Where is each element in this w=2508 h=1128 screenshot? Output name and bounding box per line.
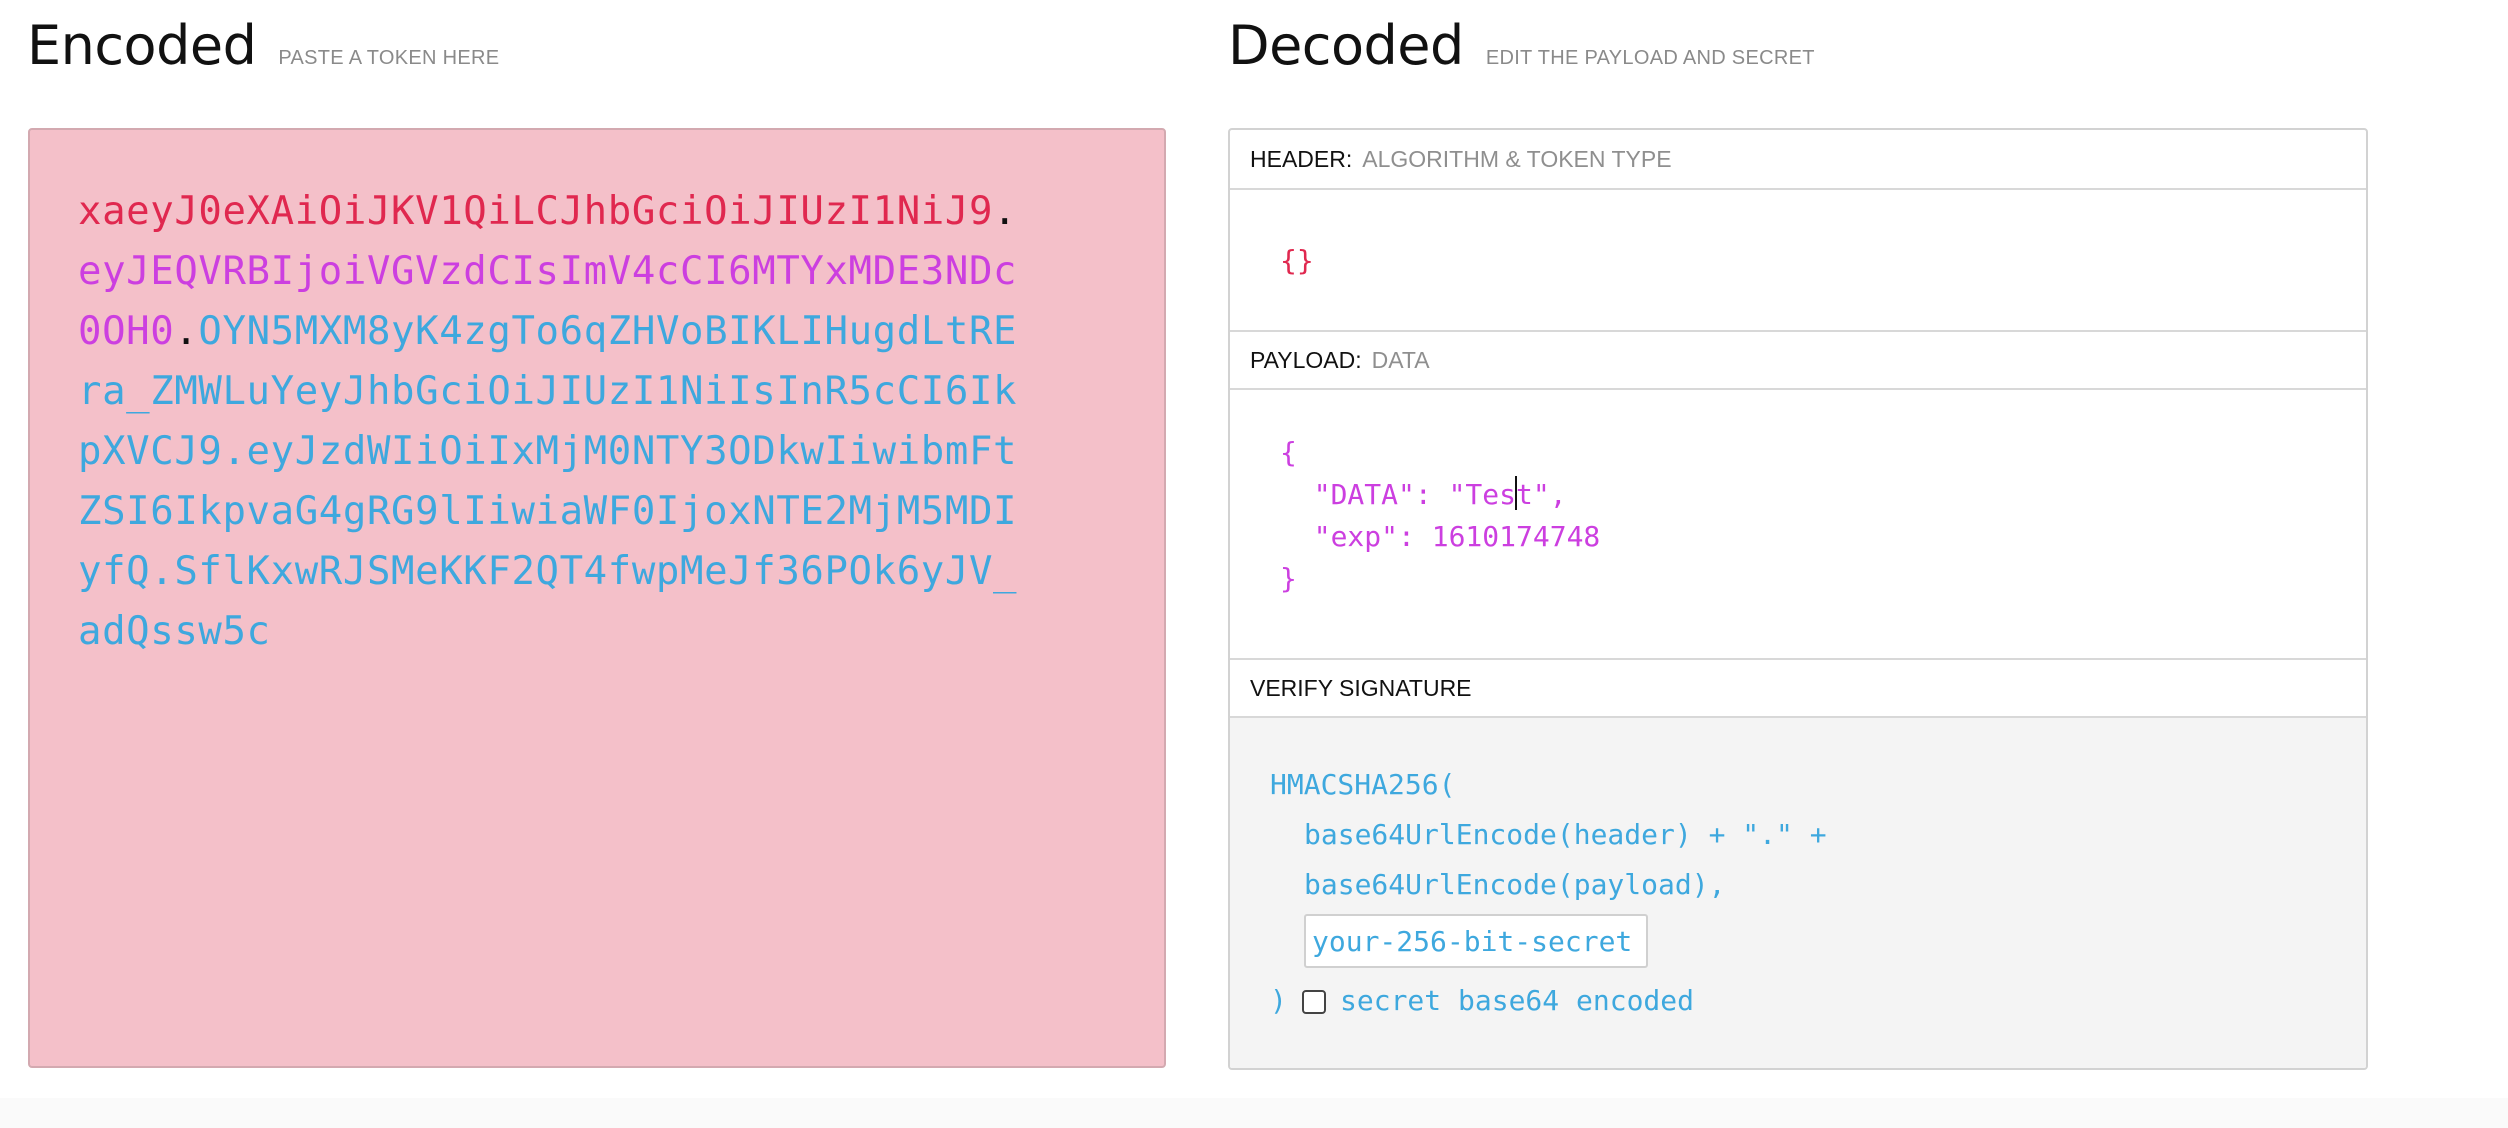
verify-section-heading: VERIFY SIGNATURE [1230, 658, 2366, 718]
payload-exp-line: "exp": 1610174748 [1280, 520, 1601, 553]
encoded-token-editor[interactable]: xaeyJ0eXAiOiJKV1QiLCJhbGciOiJIUzI1NiJ9.e… [28, 128, 1166, 1068]
payload-label: PAYLOAD: [1250, 346, 1362, 373]
secret-base64-label[interactable]: secret base64 encoded [1340, 984, 1694, 1017]
encoded-title: Encoded [27, 14, 257, 77]
payload-encode-line: base64UrlEncode(payload), [1304, 868, 1726, 901]
payload-sublabel: DATA [1371, 346, 1430, 373]
token-header-part: xaeyJ0eXAiOiJKV1QiLCJhbGciOiJIUzI1NiJ9 [78, 189, 994, 234]
encoded-token-text[interactable]: xaeyJ0eXAiOiJKV1QiLCJhbGciOiJIUzI1NiJ9.e… [78, 182, 1018, 662]
token-signature-part: OYN5MXM8yK4zgTo6qZHVoBIKLIHugdLtREra_ZMW… [78, 309, 1018, 654]
token-separator-dot: . [174, 309, 199, 354]
decoded-heading: Decoded EDIT THE PAYLOAD AND SECRET [1228, 14, 1815, 77]
encoded-heading: Encoded PASTE A TOKEN HERE [27, 14, 499, 77]
verify-label: VERIFY SIGNATURE [1250, 674, 1472, 701]
page-bottom-strip [0, 1098, 2508, 1128]
token-separator-dot: . [993, 189, 1018, 234]
payload-json-editor[interactable]: { "DATA": "Test", "exp": 1610174748 } [1280, 432, 1600, 600]
hmac-function-line: HMACSHA256( [1270, 768, 1456, 801]
decoded-subtitle: EDIT THE PAYLOAD AND SECRET [1485, 47, 1815, 69]
payload-data-line-start: "DATA": "Tes [1280, 478, 1517, 511]
hmac-close-paren: ) [1270, 984, 1287, 1017]
payload-open-brace: { [1280, 436, 1297, 469]
encoded-subtitle: PASTE A TOKEN HERE [278, 47, 500, 69]
secret-base64-checkbox[interactable] [1302, 990, 1326, 1014]
header-encode-line: base64UrlEncode(header) + "." + [1304, 818, 1827, 851]
decoded-panel: HEADER: ALGORITHM & TOKEN TYPE {} PAYLOA… [1228, 128, 2368, 1070]
header-sublabel: ALGORITHM & TOKEN TYPE [1362, 145, 1672, 172]
decoded-title: Decoded [1228, 14, 1464, 77]
header-label: HEADER: [1250, 145, 1353, 172]
secret-input[interactable] [1304, 914, 1648, 968]
header-json-editor[interactable]: {} [1280, 240, 1314, 282]
payload-data-line-end: t", [1516, 478, 1567, 511]
verify-signature-body: HMACSHA256( base64UrlEncode(header) + ".… [1230, 718, 2366, 1068]
payload-close-brace: } [1280, 562, 1297, 595]
payload-section-heading: PAYLOAD: DATA [1230, 330, 2366, 390]
header-section-heading: HEADER: ALGORITHM & TOKEN TYPE [1230, 130, 2366, 190]
